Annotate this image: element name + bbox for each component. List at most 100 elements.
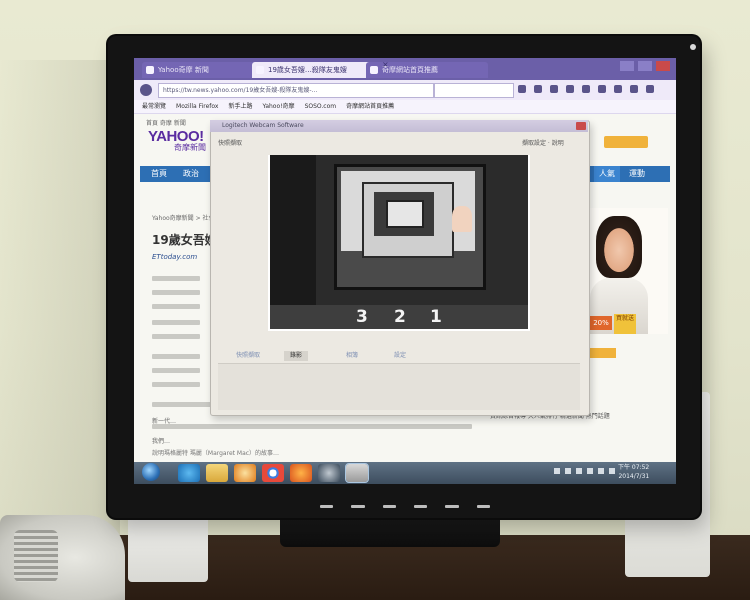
text-line (152, 290, 200, 295)
chrome-icon[interactable] (262, 464, 284, 482)
monitor-button (445, 505, 459, 508)
bookmark-item[interactable]: Yahoo!奇摩 (262, 100, 294, 113)
ad-person-photo (596, 216, 642, 278)
countdown-digit: 3 (356, 307, 368, 327)
language-icon[interactable] (609, 468, 615, 474)
tray-icon[interactable] (565, 468, 571, 474)
start-button-icon[interactable] (142, 463, 160, 481)
nav-item-home[interactable]: 首頁 (146, 166, 172, 182)
steam-icon[interactable] (318, 464, 340, 482)
yahoo-logo-sub: 奇摩新聞 (174, 143, 206, 152)
wall-shadow (0, 60, 120, 540)
recursive-window (386, 200, 424, 228)
close-icon[interactable] (656, 61, 670, 71)
undo-icon[interactable] (630, 85, 638, 93)
yahoo-favicon-icon (256, 66, 264, 74)
tray-icon[interactable] (576, 468, 582, 474)
nav-item-politics[interactable]: 政治 (178, 166, 204, 182)
power-led-icon (690, 44, 696, 50)
monitor-button (476, 505, 490, 508)
volume-icon[interactable] (587, 468, 593, 474)
close-icon[interactable] (576, 122, 586, 130)
star-icon[interactable] (518, 85, 526, 93)
article-text: 我們… (152, 438, 171, 445)
extension-icon[interactable] (582, 85, 590, 93)
bookmark-item[interactable]: SOSO.com (305, 100, 337, 113)
minimize-icon[interactable] (620, 61, 634, 71)
maximize-icon[interactable] (638, 61, 652, 71)
home-icon[interactable] (566, 85, 574, 93)
source-logo[interactable]: ETtoday.com (152, 253, 197, 261)
bookmarks-bar: 最常瀏覽 Mozilla Firefox 新手上路 Yahoo!奇摩 SOSO.… (134, 100, 676, 114)
webcam-tab-video[interactable]: 錄影 (284, 351, 309, 361)
nav-item-sports[interactable]: 運動 (624, 166, 650, 182)
webcam-tab-snapshot[interactable]: 快照擷取 (230, 351, 266, 361)
text-line (152, 304, 200, 309)
toolbar-icons (518, 85, 654, 93)
browser-tab-bar: Yahoo奇摩 新聞 19歲女吾嫂…殺隊友鬼嫂 奇摩網站首頁推薦 × (134, 58, 676, 80)
login-button[interactable] (604, 136, 648, 148)
browser-tab-1[interactable]: Yahoo奇摩 新聞 (142, 62, 264, 78)
countdown-digit: 1 (430, 307, 442, 327)
recursive-ad-photo (452, 206, 472, 232)
webcam-toolbar-right[interactable]: 擷取設定 · 說明 (522, 138, 564, 147)
monitor-screen: Yahoo奇摩 新聞 19歲女吾嫂…殺隊友鬼嫂 奇摩網站首頁推薦 × https… (134, 58, 676, 484)
text-line (152, 424, 472, 429)
browser-tab-2[interactable]: 19歲女吾嫂…殺隊友鬼嫂 (252, 62, 378, 78)
network-icon[interactable] (598, 468, 604, 474)
menu-icon[interactable] (646, 85, 654, 93)
text-line (152, 368, 200, 373)
monitor-button (351, 505, 365, 508)
article-title: 19歲女吾嫂 (152, 233, 217, 247)
text-line (152, 382, 200, 387)
firefox-icon[interactable] (290, 464, 312, 482)
bookmark-item[interactable]: 最常瀏覽 (142, 100, 166, 113)
chat-icon[interactable] (614, 85, 622, 93)
tab-label: Yahoo奇摩 新聞 (158, 66, 209, 74)
monitor-button (413, 505, 428, 508)
webcam-tab-settings[interactable]: 設定 (388, 351, 412, 361)
text-line (152, 334, 200, 339)
tab-close-icon[interactable]: × (382, 60, 389, 69)
nav-item-popular[interactable]: 人氣 (594, 166, 620, 182)
ad-badge: 20% (590, 316, 612, 330)
tab-label: 19歲女吾嫂…殺隊友鬼嫂 (268, 66, 347, 74)
extension-icon[interactable] (598, 85, 606, 93)
system-tray (554, 468, 615, 474)
search-input[interactable] (434, 83, 514, 98)
folder-icon[interactable] (206, 464, 228, 482)
taskbar-clock[interactable]: 下午 07:52 2014/7/31 (618, 463, 649, 481)
article-text: 說明瑪格麗特 瑪麗（Margaret Mac）的故事… (152, 450, 280, 457)
ad-badge: 買就送 (614, 314, 636, 334)
url-field[interactable]: https://tw.news.yahoo.com/19歲女吾嫂-殺隊友鬼嫂-.… (158, 83, 434, 98)
webcam-app-icon[interactable] (345, 463, 369, 483)
media-player-icon[interactable] (234, 464, 256, 482)
clock-date: 2014/7/31 (618, 473, 650, 480)
countdown-digit: 2 (394, 307, 406, 327)
internet-explorer-icon[interactable] (178, 464, 200, 482)
breadcrumb[interactable]: Yahoo奇摩新聞 > 社會 (152, 213, 215, 222)
download-icon[interactable] (550, 85, 558, 93)
bookmark-item[interactable]: Mozilla Firefox (176, 100, 218, 113)
yahoo-favicon-icon (370, 66, 378, 74)
monitor-buttons (320, 505, 490, 511)
webcam-thumbnail-strip (218, 363, 580, 410)
text-line (152, 354, 200, 359)
tab-label: 奇摩網站首頁推薦 (382, 66, 438, 74)
webcam-tab-gallery[interactable]: 相簿 (340, 351, 364, 361)
webcam-title: Logitech Webcam Software (222, 122, 304, 129)
video-dark-region (270, 155, 316, 305)
clock-time: 下午 07:52 (618, 464, 650, 471)
top-links[interactable]: 首頁 奇摩 新聞 (146, 118, 186, 127)
ad-tag[interactable] (586, 348, 616, 358)
window-controls (620, 61, 670, 71)
back-icon[interactable] (140, 84, 152, 96)
bookmark-item[interactable]: 新手上路 (228, 100, 252, 113)
text-line (152, 276, 200, 281)
webcam-toolbar-left[interactable]: 快照擷取 (218, 138, 242, 147)
monitor-button (382, 505, 396, 508)
tray-icon[interactable] (554, 468, 560, 474)
bookmark-item[interactable]: 奇摩網站首頁推薦 (346, 100, 394, 113)
article-text: 新一代… (152, 418, 177, 425)
bookmark-icon[interactable] (534, 85, 542, 93)
